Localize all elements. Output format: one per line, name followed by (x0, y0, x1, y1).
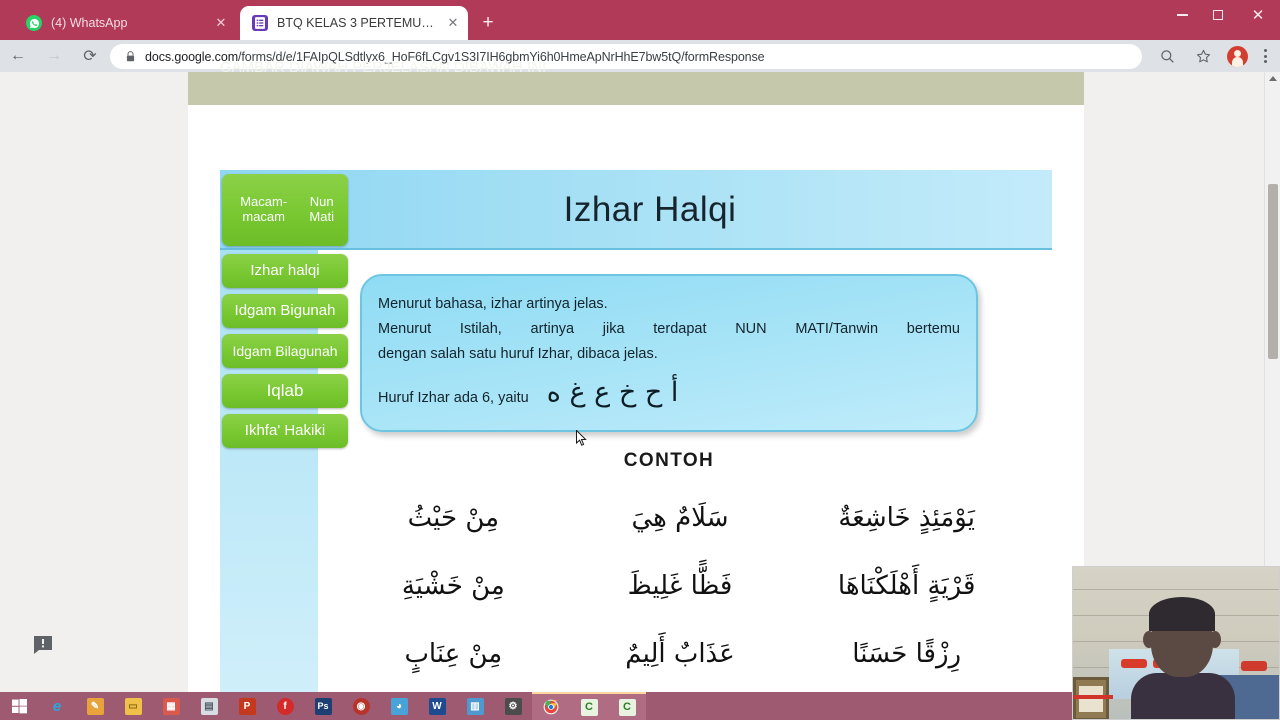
new-tab-button[interactable]: + (476, 12, 500, 36)
contoh-cell: سَلَامٌ هِيَ (631, 503, 729, 533)
tab-whatsapp[interactable]: (4) WhatsApp ✕ (14, 6, 236, 40)
paint-3d-icon[interactable]: ✎ (76, 692, 114, 720)
camtasia-editor-icon[interactable]: C (608, 692, 646, 720)
slide-menu-item-ikhfa-hakiki[interactable]: Ikhfa' Hakiki (222, 414, 348, 448)
window-controls: ✕ (1164, 0, 1280, 30)
slide-menu-item-izhar-halqi[interactable]: Izhar halqi (222, 254, 348, 288)
close-icon[interactable]: ✕ (212, 14, 230, 32)
contoh-heading: CONTOH (623, 450, 715, 471)
slide-menu-item-iqlab[interactable]: Iqlab (222, 374, 348, 408)
scrollbar-thumb[interactable] (1268, 184, 1278, 359)
back-icon[interactable]: ← (0, 40, 36, 72)
media-app-icon[interactable]: ◉ (342, 692, 380, 720)
contoh-row: مِنْ عِنَابٍ عَذَابٌ أَلِيمٌ رِزْقًا حَس… (340, 620, 1020, 688)
form-header-text: GAMBAR DIAWAH PERJELASAN DIBAWAH INI (220, 59, 547, 73)
slide-image: Izhar Halqi Macam-macam Nun Mati Izhar h… (220, 170, 1052, 692)
google-forms-icon (252, 15, 268, 31)
huruf-izhar-label: Huruf Izhar ada 6, yaitu (378, 389, 529, 406)
form-card: GAMBAR DIAWAH PERJELASAN DIBAWAH INI Izh… (188, 59, 1084, 692)
reload-icon[interactable]: ⟳ (72, 40, 108, 72)
search-icon[interactable] (1149, 40, 1185, 72)
star-icon[interactable] (1185, 40, 1221, 72)
mouse-cursor (576, 429, 588, 448)
webcam-overlay (1072, 566, 1280, 720)
flash-player-icon[interactable]: f (266, 692, 304, 720)
edge-icon[interactable]: e (38, 692, 76, 720)
photoshop-icon[interactable]: Ps (304, 692, 342, 720)
person-hair (1149, 597, 1215, 631)
contoh-cell: عَذَابٌ أَلِيمٌ (625, 639, 735, 669)
file-explorer-icon[interactable]: ▭ (114, 692, 152, 720)
photos-icon[interactable]: ▥ (456, 692, 494, 720)
definition-line-2: Menurut Istilah, artinya jika terdapat N… (378, 320, 960, 337)
definition-line-3: dengan salah satu huruf Izhar, dibaca je… (378, 345, 658, 362)
word-icon[interactable]: W (418, 692, 456, 720)
profile-avatar[interactable] (1227, 45, 1248, 67)
huruf-izhar-row: Huruf Izhar ada 6, yaitu أ ح خ ع غ ه (378, 379, 960, 406)
calculator-icon[interactable]: ▤ (190, 692, 228, 720)
screen: (4) WhatsApp ✕ BTQ KELAS 3 PERTEMUAN 1 ✕… (0, 0, 1280, 720)
three-dot-menu-icon[interactable] (1254, 40, 1276, 72)
tab-btq-kelas-3-pertemuan-1[interactable]: BTQ KELAS 3 PERTEMUAN 1 ✕ (240, 6, 468, 40)
definition-box: Menurut bahasa, izhar artinya jelas. Men… (360, 274, 978, 432)
contoh-cell: قَرْيَةٍ أَهْلَكْنَاهَا (837, 571, 976, 601)
close-window-button[interactable]: ✕ (1236, 0, 1280, 30)
contoh-cell: يَوْمَئِذٍ خَاشِعَةٌ (838, 503, 975, 533)
maximize-button[interactable] (1200, 0, 1236, 30)
menu-label-line1: Macam-macam (240, 194, 288, 224)
huruf-izhar-letters: أ ح خ ع غ ه (546, 376, 679, 408)
menu-label-line2: Nun Mati (309, 194, 334, 224)
contoh-grid: مِنْ حَيْثُ سَلَامٌ هِيَ يَوْمَئِذٍ خَاش… (340, 484, 1020, 688)
paint-icon[interactable]: ◕ (380, 692, 418, 720)
contoh-row: مِنْ حَيْثُ سَلَامٌ هِيَ يَوْمَئِذٍ خَاش… (340, 484, 1020, 552)
definition-line-1: Menurut bahasa, izhar artinya jelas. (378, 296, 608, 312)
feedback-button[interactable] (30, 632, 56, 658)
minimize-button[interactable] (1164, 0, 1200, 30)
form-header-bar: GAMBAR DIAWAH PERJELASAN DIBAWAH INI (188, 59, 1084, 105)
close-icon[interactable]: ✕ (444, 14, 462, 32)
slide-title: Izhar Halqi (563, 190, 737, 229)
forward-icon[interactable]: → (36, 40, 72, 72)
contoh-cell: مِنْ خَشْيَةِ (401, 571, 505, 601)
contoh-cell: فَظًّا غَلِيظَ (627, 571, 733, 601)
settings-icon[interactable]: ⚙ (494, 692, 532, 720)
scroll-up-arrow-icon[interactable] (1269, 76, 1277, 81)
powerpoint-icon[interactable]: P (228, 692, 266, 720)
contoh-row: مِنْ خَشْيَةِ فَظًّا غَلِيظَ قَرْيَةٍ أَ… (340, 552, 1020, 620)
windows-start-icon[interactable] (0, 692, 38, 720)
contoh-cell: مِنْ حَيْثُ (407, 503, 500, 533)
chrome-icon[interactable] (532, 692, 570, 720)
video-player-icon[interactable]: ▦ (152, 692, 190, 720)
slide-menu-item-idgam-bigunah[interactable]: Idgam Bigunah (222, 294, 348, 328)
whatsapp-icon (26, 15, 42, 31)
person-body (1131, 673, 1235, 719)
tab-title: (4) WhatsApp (51, 16, 128, 30)
tab-strip: (4) WhatsApp ✕ BTQ KELAS 3 PERTEMUAN 1 ✕… (0, 0, 1280, 40)
lock-icon (122, 51, 138, 62)
contoh-cell: مِنْ عِنَابٍ (404, 639, 503, 669)
tab-title: BTQ KELAS 3 PERTEMUAN 1 (277, 16, 440, 30)
slide-menu-item-idgam-bilagunah[interactable]: Idgam Bilagunah (222, 334, 348, 368)
camtasia-icon[interactable]: C (570, 692, 608, 720)
slide-menu-item-macam-macam-nun-mati[interactable]: Macam-macam Nun Mati (222, 174, 348, 246)
contoh-cell: رِزْقًا حَسَنًا (852, 639, 962, 669)
